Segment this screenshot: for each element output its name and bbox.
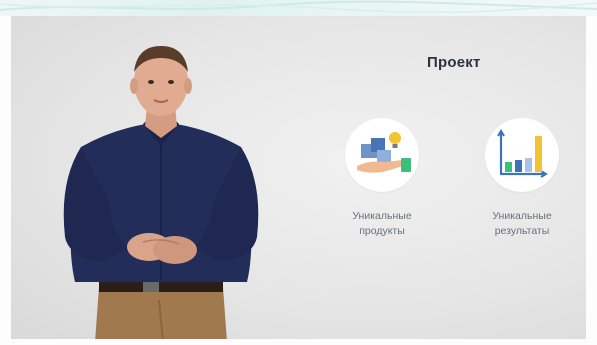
presenter-figure [63, 46, 259, 339]
products-caption-line2: продукты [359, 225, 405, 237]
results-icon-circle [485, 118, 559, 192]
results-caption-line2: результаты [494, 225, 550, 237]
slide-title: Проект [427, 54, 481, 71]
products-icon-circle [345, 118, 419, 192]
hand-boxes-lightbulb-icon [357, 132, 411, 173]
video-frame: Проект Уникальные продукты Уникальные ре… [0, 0, 597, 345]
results-caption: Уникальные результаты [467, 209, 577, 239]
bar-chart-icon [497, 129, 548, 178]
results-caption-line1: Уникальные [492, 210, 552, 222]
video-content[interactable]: Проект Уникальные продукты Уникальные ре… [11, 16, 586, 339]
top-decorative-band [0, 0, 597, 16]
products-caption: Уникальные продукты [327, 209, 437, 239]
products-caption-line1: Уникальные [352, 210, 412, 222]
